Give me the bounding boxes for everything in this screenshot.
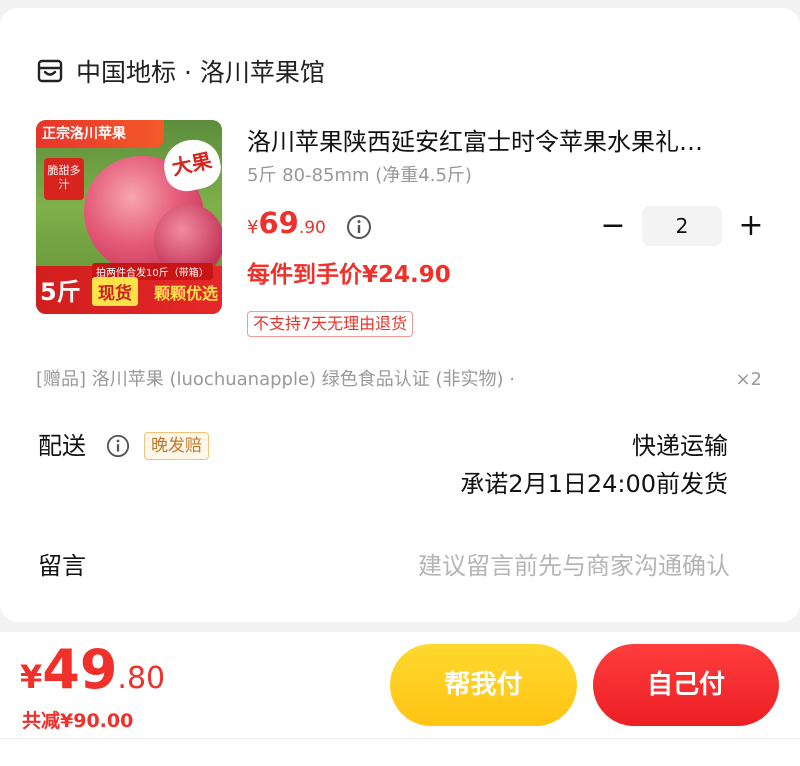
message-label: 留言 — [38, 552, 86, 580]
shipping-promise: 承诺2月1日24:00前发货 — [460, 470, 728, 498]
shop-header[interactable]: 中国地标 · 洛川苹果馆 — [36, 48, 325, 94]
price-info-icon[interactable] — [346, 214, 372, 240]
shop-name: 中国地标 · 洛川苹果馆 — [76, 58, 325, 87]
image-stock: 现货 — [92, 277, 138, 306]
final-unit-price: 每件到手价¥24.90 — [247, 262, 451, 288]
image-tag-sweet: 脆甜多汁 — [44, 158, 84, 200]
bottom-safe-area — [0, 738, 800, 766]
total-decimal: .80 — [117, 661, 166, 696]
price-integer: 69 — [258, 206, 299, 240]
total-integer: 49 — [42, 638, 118, 701]
image-weight: 5斤 — [40, 278, 81, 306]
total-currency: ¥ — [20, 658, 43, 696]
product-image[interactable]: 正宗洛川苹果 脆甜多汁 大果 拍两件合发10斤（带箱） 5斤 现货 颗颗优选 — [36, 120, 222, 314]
total-price: ¥ 49 .80 — [20, 638, 165, 701]
total-discount[interactable]: 共减¥90.00 — [22, 706, 133, 733]
quantity-stepper: − 2 + — [598, 206, 766, 246]
checkout-bar: ¥ 49 .80 共减¥90.00 帮我付 自己付 — [0, 632, 800, 738]
store-icon — [37, 59, 63, 83]
message-input[interactable] — [310, 548, 730, 584]
unit-price: ¥ 69 .90 — [247, 206, 326, 240]
increase-button[interactable]: + — [736, 206, 766, 246]
price-decimal: .90 — [298, 218, 326, 238]
image-tag-authentic: 正宗洛川苹果 — [36, 120, 164, 148]
help-me-pay-button[interactable]: 帮我付 — [390, 644, 577, 726]
price-currency: ¥ — [247, 217, 259, 238]
delivery-method[interactable]: 快递运输 — [632, 428, 728, 464]
gift-item[interactable]: [赠品] 洛川苹果 (luochuanapple) 绿色食品认证 (非实物) · — [36, 366, 515, 394]
delivery-info-icon[interactable] — [106, 434, 130, 458]
product-title[interactable]: 洛川苹果陕西延安红富士时令苹果水果礼… — [247, 124, 763, 160]
quantity-input[interactable]: 2 — [642, 206, 722, 246]
pay-myself-button[interactable]: 自己付 — [593, 644, 779, 726]
image-pick: 颗颗优选 — [154, 284, 219, 303]
gift-count: ×2 — [735, 369, 762, 390]
decrease-button[interactable]: − — [598, 206, 628, 246]
delivery-label: 配送 — [38, 432, 86, 460]
late-compensation-badge[interactable]: 晚发赔 — [144, 432, 209, 460]
product-spec[interactable]: 5斤 80-85mm (净重4.5斤) — [247, 162, 472, 190]
return-policy-badge: 不支持7天无理由退货 — [247, 311, 414, 337]
order-card: 中国地标 · 洛川苹果馆 正宗洛川苹果 脆甜多汁 大果 拍两件合发10斤（带箱）… — [0, 8, 800, 622]
